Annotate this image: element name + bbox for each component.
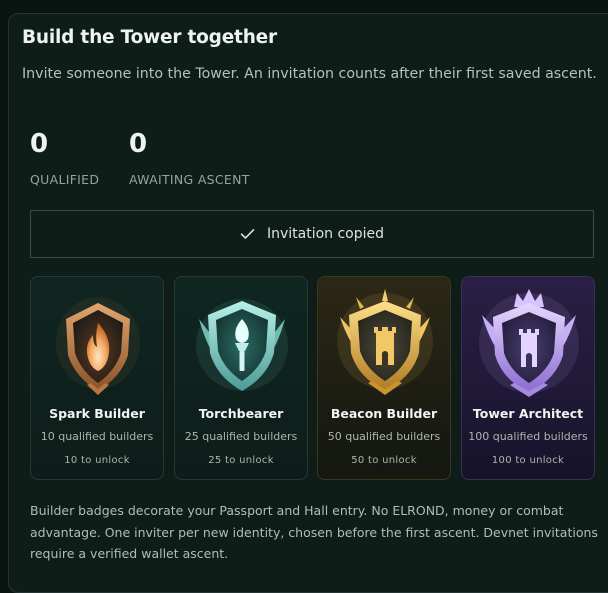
crown-tower-shield-icon xyxy=(462,285,594,405)
badge-requirement: 50 qualified builders xyxy=(327,430,441,443)
badge-spark-builder[interactable]: Spark Builder 10 qualified builders 10 t… xyxy=(30,276,164,480)
badge-unlock: 50 to unlock xyxy=(351,455,417,466)
badge-requirement: 100 qualified builders xyxy=(468,430,588,443)
check-icon xyxy=(240,228,267,240)
copy-invitation-button[interactable]: Invitation copied xyxy=(30,210,594,258)
badge-unlock: 25 to unlock xyxy=(208,455,274,466)
qualified-count: 0 xyxy=(30,129,49,159)
awaiting-label: AWAITING ASCENT xyxy=(129,172,250,187)
qualified-label: QUALIFIED xyxy=(30,172,100,187)
badge-requirement: 25 qualified builders xyxy=(184,430,298,443)
copy-button-label: Invitation copied xyxy=(266,226,385,242)
badge-tower-architect[interactable]: Tower Architect 100 qualified builders 1… xyxy=(461,276,595,480)
torch-shield-icon xyxy=(175,285,307,405)
badge-unlock: 100 to unlock xyxy=(491,455,565,466)
awaiting-count: 0 xyxy=(129,129,148,159)
badge-unlock: 10 to unlock xyxy=(64,455,130,466)
flame-shield-icon xyxy=(31,285,163,405)
beacon-tower-shield-icon xyxy=(318,285,450,405)
badge-name: Torchbearer xyxy=(198,406,284,421)
badge-beacon-builder[interactable]: Beacon Builder 50 qualified builders 50 … xyxy=(317,276,451,480)
card-subtitle: Invite someone into the Tower. An invita… xyxy=(22,66,597,82)
badge-requirement: 10 qualified builders xyxy=(40,430,154,443)
card-title: Build the Tower together xyxy=(22,27,277,48)
badge-torchbearer[interactable]: Torchbearer 25 qualified builders 25 to … xyxy=(174,276,308,480)
badge-name: Tower Architect xyxy=(472,406,584,421)
badge-name: Beacon Builder xyxy=(330,406,438,421)
badge-name: Spark Builder xyxy=(49,406,145,421)
footer-note: Builder badges decorate your Passport an… xyxy=(30,503,598,561)
